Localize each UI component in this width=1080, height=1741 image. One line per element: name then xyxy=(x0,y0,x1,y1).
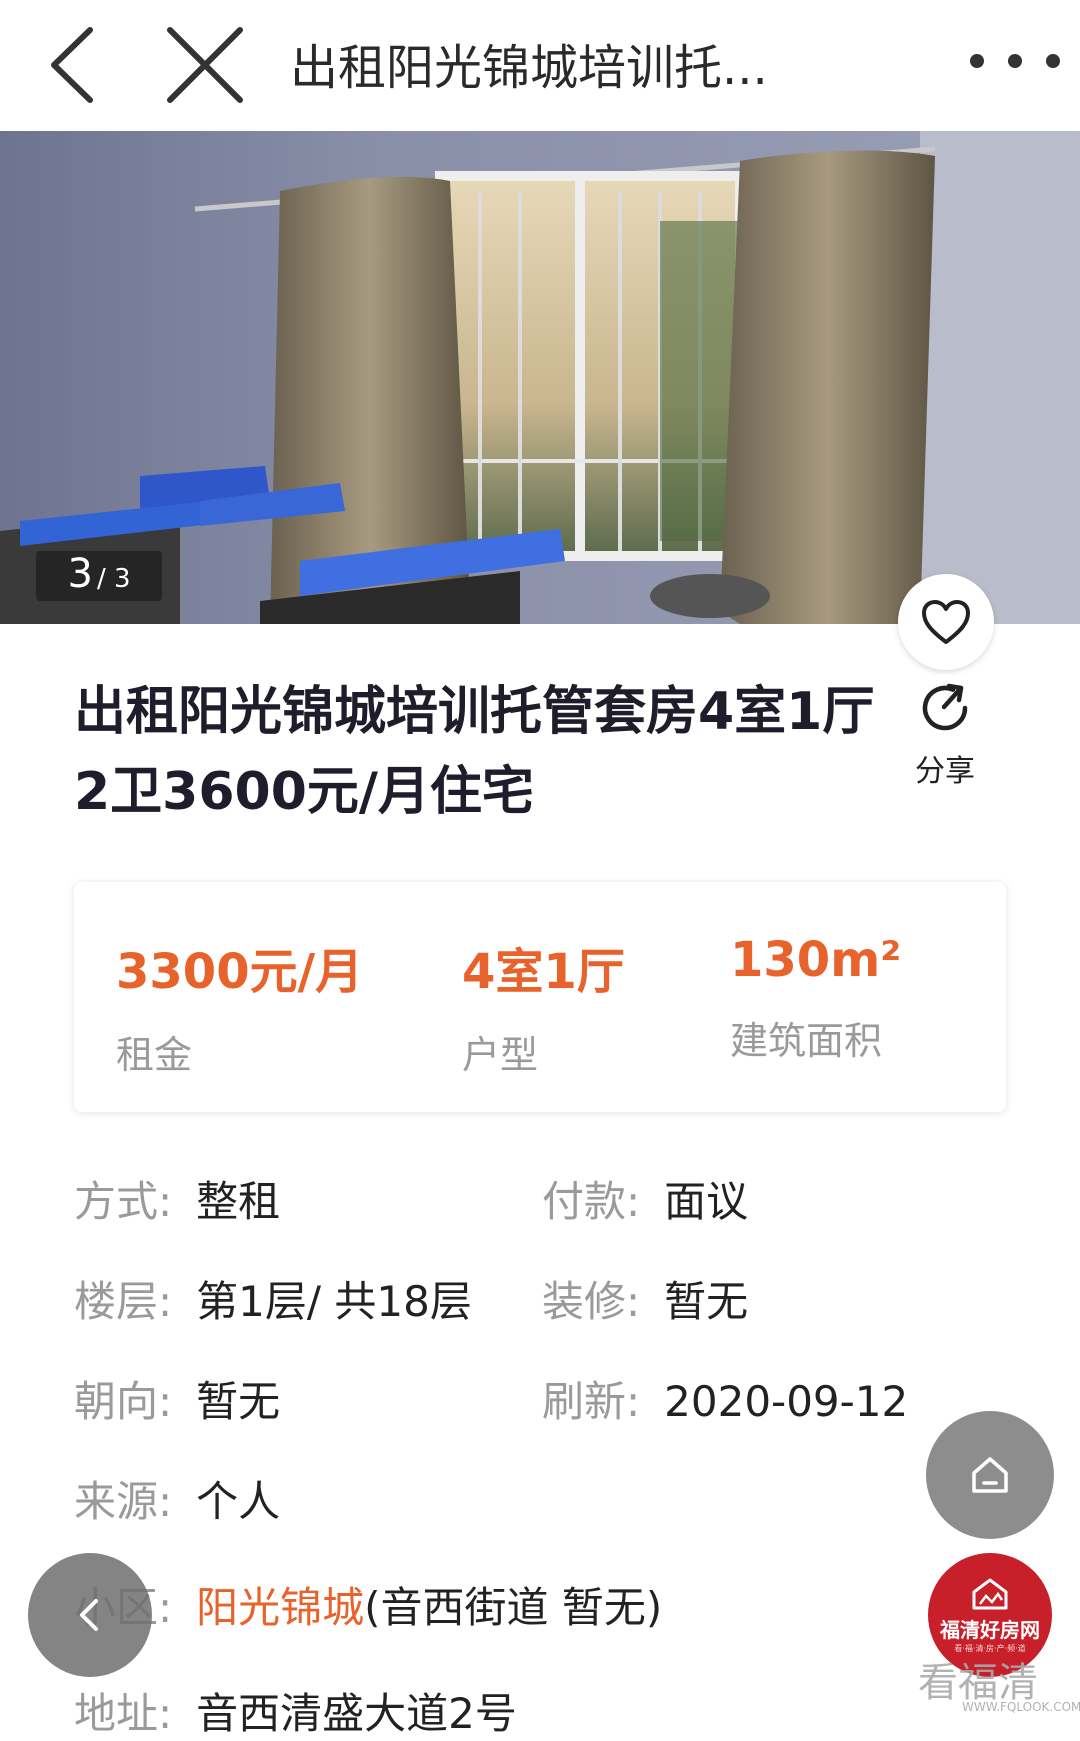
detail-decoration-key: 装修: xyxy=(542,1277,641,1326)
close-icon xyxy=(167,27,243,103)
detail-orientation: 朝向: 暂无 xyxy=(74,1368,280,1429)
rent-label: 租金 xyxy=(116,1033,193,1077)
heart-icon xyxy=(922,600,970,644)
share-icon xyxy=(922,683,968,731)
floating-back-button[interactable] xyxy=(28,1553,152,1677)
detail-refresh: 刷新: 2020-09-12 xyxy=(542,1368,908,1429)
detail-address: 地址: 音西清盛大道2号 xyxy=(74,1680,517,1741)
home-button[interactable] xyxy=(926,1411,1054,1539)
photo-counter-total: / 3 xyxy=(96,564,131,594)
detail-orientation-value: 暂无 xyxy=(196,1377,281,1426)
summary-card: 3300元/月 租金 4室1厅 户型 130m² 建筑面积 xyxy=(74,882,1006,1112)
detail-orientation-key: 朝向: xyxy=(74,1377,173,1426)
area-stat: 130m² 建筑面积 xyxy=(730,932,901,1065)
house-logo-icon xyxy=(972,1578,1008,1610)
detail-floor-key: 楼层: xyxy=(74,1277,173,1326)
detail-community-value: 阳光锦城(音西街道 暂无) xyxy=(196,1583,662,1632)
detail-mode-key: 方式: xyxy=(74,1177,173,1226)
layout-stat: 4室1厅 户型 xyxy=(462,932,625,1079)
area-value: 130m² xyxy=(730,932,902,988)
top-nav-bar: 出租阳光锦城培训托... xyxy=(0,0,1080,131)
back-button[interactable] xyxy=(28,20,118,110)
detail-address-value: 音西清盛大道2号 xyxy=(196,1689,517,1738)
detail-source: 来源: 个人 xyxy=(74,1468,280,1529)
more-dot xyxy=(1008,54,1022,68)
layout-value: 4室1厅 xyxy=(462,944,625,1000)
watermark-url: WWW.FQLOOK.COM xyxy=(962,1700,1080,1714)
detail-address-key: 地址: xyxy=(74,1689,173,1738)
listing-headline: 出租阳光锦城培训托管套房4室1厅2卫3600元/月住宅 xyxy=(74,682,875,822)
share-button[interactable]: 分享 xyxy=(895,680,995,790)
detail-payment: 付款: 面议 xyxy=(542,1168,748,1229)
detail-refresh-key: 刷新: xyxy=(542,1377,641,1426)
photo-counter: 3 / 3 xyxy=(36,551,162,601)
detail-mode: 方式: 整租 xyxy=(74,1168,280,1229)
share-label: 分享 xyxy=(915,754,975,789)
detail-floor: 楼层: 第1层/ 共18层 xyxy=(74,1268,472,1329)
room-photo xyxy=(0,131,1080,624)
photo-counter-current: 3 xyxy=(67,551,93,597)
detail-decoration-value: 暂无 xyxy=(664,1277,749,1326)
more-dot xyxy=(1046,54,1060,68)
detail-source-key: 来源: xyxy=(74,1477,173,1526)
listing-photo[interactable] xyxy=(0,131,1080,624)
page-title: 出租阳光锦城培训托... xyxy=(290,40,768,96)
detail-refresh-value: 2020-09-12 xyxy=(664,1377,909,1426)
home-icon xyxy=(972,1457,1008,1493)
chevron-left-icon xyxy=(80,1599,98,1631)
detail-mode-value: 整租 xyxy=(196,1177,281,1226)
detail-payment-key: 付款: xyxy=(542,1177,641,1226)
logo-text: 福清好房网 xyxy=(940,1618,1040,1642)
community-extra: (音西街道 暂无) xyxy=(364,1583,663,1632)
layout-label: 户型 xyxy=(462,1033,539,1077)
rent-value: 3300元/月 xyxy=(116,944,364,1000)
detail-community: 小区:阳光锦城(音西街道 暂无) xyxy=(74,1574,662,1635)
more-dots-icon xyxy=(970,54,984,68)
back-arrow-icon xyxy=(51,27,93,103)
close-button[interactable] xyxy=(160,20,250,110)
area-label: 建筑面积 xyxy=(730,1019,883,1063)
detail-payment-value: 面议 xyxy=(664,1177,749,1226)
rent-stat: 3300元/月 租金 xyxy=(116,932,363,1079)
more-button[interactable] xyxy=(970,36,1060,86)
detail-source-value: 个人 xyxy=(196,1477,281,1526)
detail-decoration: 装修: 暂无 xyxy=(542,1268,748,1329)
community-link[interactable]: 阳光锦城 xyxy=(196,1583,364,1632)
detail-floor-value: 第1层/ 共18层 xyxy=(196,1277,472,1326)
favorite-button[interactable] xyxy=(898,574,994,670)
